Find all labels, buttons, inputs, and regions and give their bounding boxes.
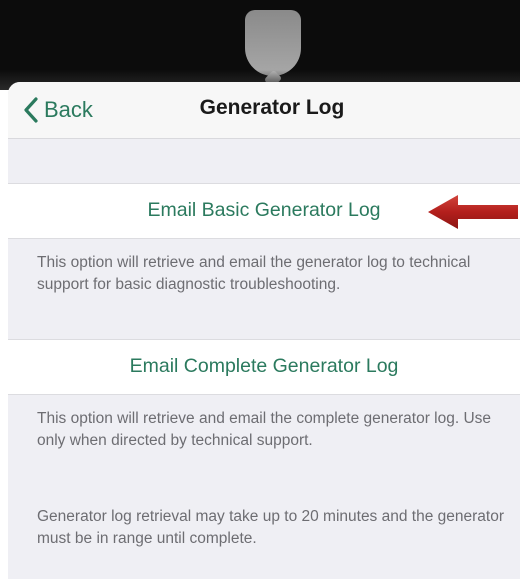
complete-log-description: This option will retrieve and email the …: [37, 410, 492, 449]
arrow-left-icon: [428, 195, 518, 229]
device-background: [0, 0, 520, 90]
retrieval-note: Generator log retrieval may take up to 2…: [37, 508, 504, 547]
device-silhouette-icon: [245, 10, 301, 76]
page-title: Generator Log: [199, 96, 345, 119]
navigation-bar: Back Generator Log: [8, 82, 520, 139]
basic-log-description: This option will retrieve and email the …: [37, 254, 471, 293]
screen: Back Generator Log Email Basic Generator…: [0, 0, 520, 579]
email-complete-log-label: Email Complete Generator Log: [129, 355, 399, 377]
generator-log-sheet: Back Generator Log Email Basic Generator…: [8, 82, 520, 579]
email-complete-log-button[interactable]: Email Complete Generator Log: [8, 339, 520, 395]
